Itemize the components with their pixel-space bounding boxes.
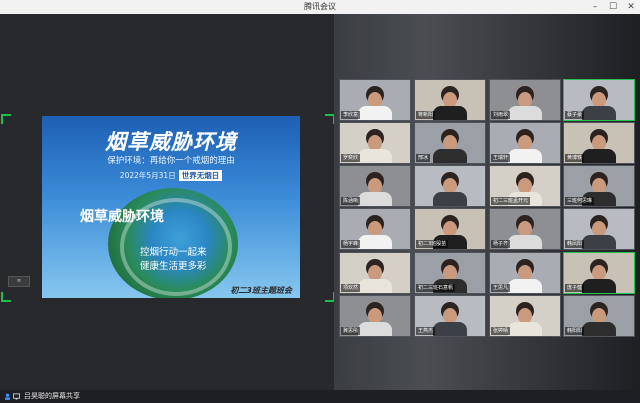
participant-gallery: 李欣富 蒋新阳 刘雨翠 蔡子豪罗奕欣 邢冰 王瑞轩 黄博轶陈涵晰 初二三班孟开元 三班何思琳杨宇… <box>334 14 640 390</box>
participant-tile[interactable]: 韩阳阳 <box>563 295 635 337</box>
participant-body <box>358 192 392 206</box>
participant-name: 韩阳阳 <box>565 327 585 335</box>
participant-tile[interactable]: 初二3班殷苗 <box>414 208 486 250</box>
participant-tile[interactable]: 冀思彤 <box>339 295 411 337</box>
participant-body <box>358 322 392 336</box>
participant-name: 刘雨翠 <box>491 111 511 119</box>
participant-body <box>433 106 467 120</box>
participant-tile[interactable]: 张婷晴 <box>489 295 561 337</box>
screen-share-icon <box>13 393 20 400</box>
participant-body <box>358 235 392 249</box>
participant-name: 王瑞轩 <box>491 154 511 162</box>
user-icon <box>4 393 11 400</box>
participant-body <box>582 106 616 120</box>
close-icon[interactable]: ✕ <box>622 0 640 14</box>
focus-corner-tl <box>1 114 11 124</box>
participant-tile[interactable]: 杨宇峰 <box>339 208 411 250</box>
participant-tile[interactable]: 黄博轶 <box>563 122 635 164</box>
slide-date-tag: 世界无烟日 <box>178 170 223 181</box>
participant-tile[interactable]: 初二三班石意帆 <box>414 252 486 294</box>
participant-name: 韩凤阳 <box>565 240 585 248</box>
participant-body <box>433 192 467 206</box>
participant-body <box>358 106 392 120</box>
share-status-text: 吕昊聪的屏幕共享 <box>24 392 80 400</box>
participant-name: 王思凡 <box>491 284 511 292</box>
participant-name: 杨子齐 <box>491 240 511 248</box>
participant-tile[interactable]: 庞子健 <box>563 252 635 294</box>
participant-tile[interactable]: 项欢然 <box>339 252 411 294</box>
participant-body <box>433 322 467 336</box>
participant-tile[interactable]: 刘雨翠 <box>489 79 561 121</box>
participant-body <box>508 322 542 336</box>
view-toggle-button[interactable]: ≡ <box>8 276 30 287</box>
participant-tile[interactable]: 王燕杰 <box>414 295 486 337</box>
participant-name: 初二三班石意帆 <box>416 284 456 292</box>
participant-tile[interactable]: 王瑞轩 <box>489 122 561 164</box>
participant-tile[interactable]: 初二三班孟开元 <box>489 165 561 207</box>
participant-name: 初二3班殷苗 <box>416 240 449 248</box>
participant-body <box>582 322 616 336</box>
slide-date-row: 2022年5月31日 世界无烟日 <box>42 170 300 181</box>
participant-body <box>582 279 616 293</box>
participant-name: 陈涵晰 <box>341 197 361 205</box>
participant-tile[interactable]: 三班何思琳 <box>563 165 635 207</box>
participant-tile[interactable]: 李欣富 <box>339 79 411 121</box>
participant-name: 邢冰 <box>416 154 431 162</box>
participant-body <box>508 279 542 293</box>
slide-date: 2022年5月31日 <box>119 171 176 180</box>
participant-tile[interactable]: 罗奕欣 <box>339 122 411 164</box>
minimize-icon[interactable]: – <box>586 0 604 14</box>
participant-name: 初二三班孟开元 <box>491 197 531 205</box>
participant-name: 李欣富 <box>341 111 361 119</box>
participant-tile[interactable]: 韩凤阳 <box>563 208 635 250</box>
participant-name: 蔡子豪 <box>565 111 585 119</box>
participant-body <box>508 149 542 163</box>
participant-name: 蒋新阳 <box>416 111 436 119</box>
participant-body <box>433 149 467 163</box>
window-title: 腾讯会议 <box>304 2 336 11</box>
participant-body <box>508 106 542 120</box>
status-bar: 吕昊聪的屏幕共享 <box>0 390 640 403</box>
participant-name: 项欢然 <box>341 284 361 292</box>
participant-name: 张婷晴 <box>491 327 511 335</box>
slide-slogan-1: 控烟行动一起来 <box>140 247 207 258</box>
window-titlebar: 腾讯会议 – ☐ ✕ <box>0 0 640 15</box>
participant-tile[interactable]: 王思凡 <box>489 252 561 294</box>
slide-subtitle: 保护环境：再给你一个戒烟的理由 <box>107 156 235 166</box>
participant-tile[interactable]: 陈涵晰 <box>339 165 411 207</box>
participant-name: 三班何思琳 <box>565 197 595 205</box>
participant-tile[interactable]: 杨子齐 <box>489 208 561 250</box>
participant-tile[interactable]: 蔡子豪 <box>563 79 635 121</box>
participant-tile[interactable] <box>414 165 486 207</box>
participant-name: 庞子健 <box>565 284 585 292</box>
slide-footer: 初二3班主题班会 <box>230 286 292 295</box>
participant-body <box>358 149 392 163</box>
focus-corner-bl <box>1 292 11 302</box>
slide-title: 烟草威胁环境 <box>105 130 237 154</box>
slide-ban-title: 烟草威胁环境 <box>80 209 164 225</box>
participant-name: 罗奕欣 <box>341 154 361 162</box>
maximize-icon[interactable]: ☐ <box>604 0 622 14</box>
participant-tile[interactable]: 蒋新阳 <box>414 79 486 121</box>
participant-body <box>358 279 392 293</box>
participant-body <box>508 235 542 249</box>
participant-name: 黄博轶 <box>565 154 585 162</box>
participant-body <box>582 149 616 163</box>
participant-name: 冀思彤 <box>341 327 361 335</box>
slide-slogan-2: 健康生活更多彩 <box>140 261 207 272</box>
participant-body <box>582 235 616 249</box>
presentation-slide: 烟草威胁环境 保护环境：再给你一个戒烟的理由 2022年5月31日 世界无烟日 烟… <box>42 116 300 298</box>
participant-name: 杨宇峰 <box>341 240 361 248</box>
participant-tile[interactable]: 邢冰 <box>414 122 486 164</box>
participant-name: 王燕杰 <box>416 327 436 335</box>
